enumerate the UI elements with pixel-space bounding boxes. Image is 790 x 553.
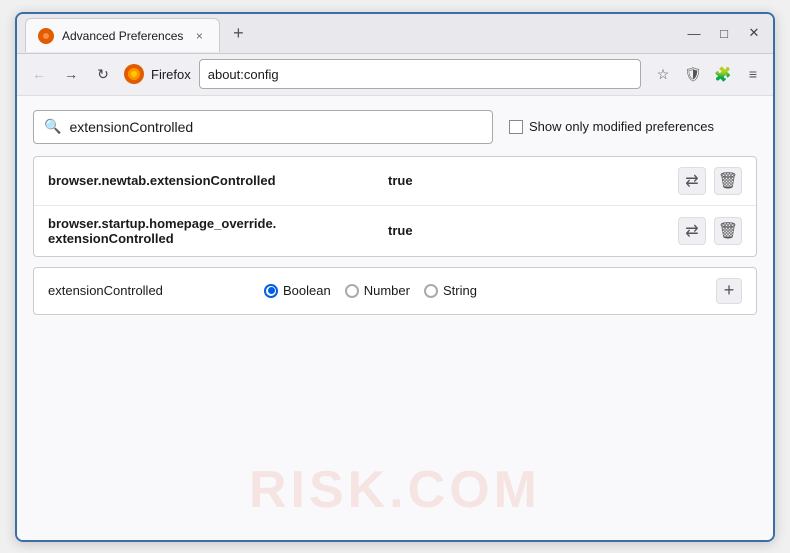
browser-name-label: Firefox bbox=[151, 67, 191, 82]
pref-value-2: true bbox=[388, 223, 678, 238]
number-radio-circle[interactable] bbox=[345, 284, 359, 298]
search-input-value: extensionControlled bbox=[69, 119, 193, 135]
show-modified-checkbox-row[interactable]: Show only modified preferences bbox=[509, 119, 714, 134]
search-icon: 🔍 bbox=[44, 118, 61, 135]
window-close-button[interactable]: ✕ bbox=[743, 22, 765, 44]
number-radio-label: Number bbox=[364, 283, 410, 298]
string-radio-label: String bbox=[443, 283, 477, 298]
table-row[interactable]: browser.startup.homepage_override. exten… bbox=[34, 206, 756, 256]
results-table: browser.newtab.extensionControlled true … bbox=[33, 156, 757, 257]
boolean-radio-circle[interactable] bbox=[264, 284, 278, 298]
type-radio-group: Boolean Number String bbox=[264, 283, 477, 298]
toggle-button-1[interactable]: ⇄ bbox=[678, 167, 706, 195]
add-pref-button[interactable]: + bbox=[716, 278, 742, 304]
firefox-tab-icon bbox=[38, 28, 54, 44]
boolean-radio-option[interactable]: Boolean bbox=[264, 283, 331, 298]
address-bar[interactable]: about:config bbox=[199, 59, 641, 89]
tab-title: Advanced Preferences bbox=[62, 29, 183, 43]
address-text: about:config bbox=[208, 67, 279, 82]
row-2-actions: ⇄ 🗑 bbox=[678, 217, 742, 245]
pref-value-1: true bbox=[388, 173, 678, 188]
menu-icon[interactable]: ≡ bbox=[741, 62, 765, 86]
browser-tab[interactable]: Advanced Preferences × bbox=[25, 18, 220, 52]
forward-button[interactable]: → bbox=[57, 60, 85, 88]
toggle-button-2[interactable]: ⇄ bbox=[678, 217, 706, 245]
watermark: RISK.COM bbox=[249, 460, 541, 520]
boolean-radio-label: Boolean bbox=[283, 283, 331, 298]
new-tab-button[interactable]: + bbox=[224, 19, 252, 47]
pref-name-1: browser.newtab.extensionControlled bbox=[48, 173, 388, 188]
maximize-button[interactable]: □ bbox=[713, 22, 735, 44]
back-button[interactable]: ← bbox=[25, 60, 53, 88]
number-radio-option[interactable]: Number bbox=[345, 283, 410, 298]
bookmark-icon[interactable]: ☆ bbox=[651, 62, 675, 86]
extension-icon[interactable]: 🧩 bbox=[711, 62, 735, 86]
search-box[interactable]: 🔍 extensionControlled bbox=[33, 110, 493, 144]
delete-button-2[interactable]: 🗑 bbox=[714, 217, 742, 245]
window-controls: — □ ✕ bbox=[683, 22, 765, 44]
add-pref-row: extensionControlled Boolean Number Strin… bbox=[33, 267, 757, 315]
tab-close-button[interactable]: × bbox=[191, 28, 207, 44]
pref-name-2-line2: extensionControlled bbox=[48, 231, 174, 246]
string-radio-circle[interactable] bbox=[424, 284, 438, 298]
pref-name-2-line1: browser.startup.homepage_override. bbox=[48, 216, 276, 231]
title-bar: Advanced Preferences × + — □ ✕ bbox=[17, 14, 773, 54]
row-1-actions: ⇄ 🗑 bbox=[678, 167, 742, 195]
pref-name-2: browser.startup.homepage_override. exten… bbox=[48, 216, 388, 246]
show-modified-label: Show only modified preferences bbox=[529, 119, 714, 134]
nav-bar: ← → ↻ Firefox about:config ☆ 🛡 🧩 ≡ bbox=[17, 54, 773, 96]
reload-button[interactable]: ↻ bbox=[89, 60, 117, 88]
content-area: RISK.COM 🔍 extensionControlled Show only… bbox=[17, 96, 773, 540]
browser-window: Advanced Preferences × + — □ ✕ ← → ↻ Fir… bbox=[15, 12, 775, 542]
show-modified-checkbox[interactable] bbox=[509, 120, 523, 134]
table-row[interactable]: browser.newtab.extensionControlled true … bbox=[34, 157, 756, 206]
minimize-button[interactable]: — bbox=[683, 22, 705, 44]
nav-icons: ☆ 🛡 🧩 ≡ bbox=[651, 62, 765, 86]
string-radio-option[interactable]: String bbox=[424, 283, 477, 298]
shield-icon[interactable]: 🛡 bbox=[681, 62, 705, 86]
firefox-logo-icon bbox=[123, 63, 145, 85]
new-pref-name: extensionControlled bbox=[48, 283, 248, 298]
delete-button-1[interactable]: 🗑 bbox=[714, 167, 742, 195]
search-row: 🔍 extensionControlled Show only modified… bbox=[33, 110, 757, 144]
